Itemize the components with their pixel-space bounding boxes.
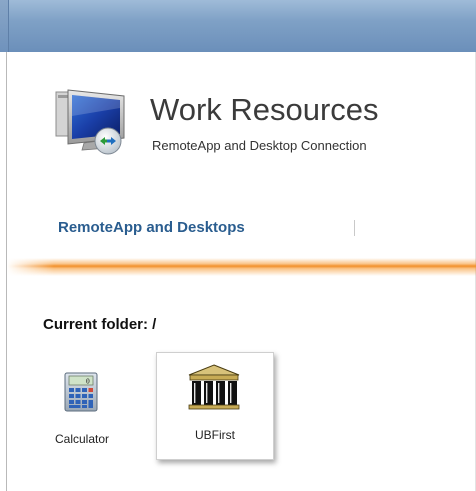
- orange-divider-band: [7, 258, 476, 276]
- svg-text:0: 0: [86, 378, 90, 386]
- window-top-bar: [0, 0, 476, 52]
- app-label-calculator: Calculator: [54, 432, 110, 446]
- page-title: Work Resources: [150, 92, 379, 127]
- page-subtitle: RemoteApp and Desktop Connection: [152, 138, 367, 153]
- current-folder-label: Current folder: /: [43, 316, 157, 333]
- app-tile-calculator[interactable]: 0 Calculator: [30, 360, 134, 470]
- app-label-ubfirst: UBFirst: [195, 428, 235, 442]
- calculator-icon: 0: [64, 372, 98, 412]
- window-top-bar-edge: [0, 0, 9, 52]
- nav-link-remoteapp-and-desktops[interactable]: RemoteApp and Desktops: [58, 219, 245, 236]
- building-columns-icon: [188, 364, 240, 410]
- remote-desktop-monitor-icon: [55, 89, 125, 155]
- nav-separator: [354, 220, 355, 236]
- app-tile-ubfirst[interactable]: UBFirst: [156, 352, 274, 460]
